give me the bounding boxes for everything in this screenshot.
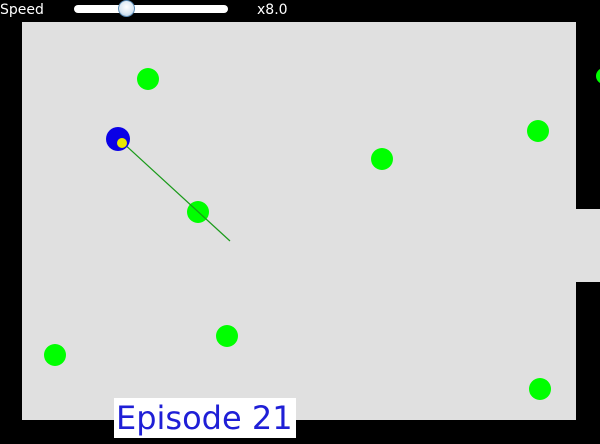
episode-label: Episode 21 bbox=[114, 398, 296, 438]
food-pellet bbox=[137, 68, 159, 90]
food-pellet bbox=[527, 120, 549, 142]
arena-exit-opening bbox=[576, 209, 600, 282]
food-pellet bbox=[44, 344, 66, 366]
food-pellet bbox=[529, 378, 551, 400]
agent-body bbox=[106, 127, 130, 151]
food-pellet bbox=[371, 148, 393, 170]
agent-eye bbox=[117, 138, 127, 148]
food-pellet bbox=[216, 325, 238, 347]
food-pellet bbox=[596, 69, 600, 83]
game-arena bbox=[22, 22, 600, 420]
arena-floor bbox=[22, 22, 576, 420]
